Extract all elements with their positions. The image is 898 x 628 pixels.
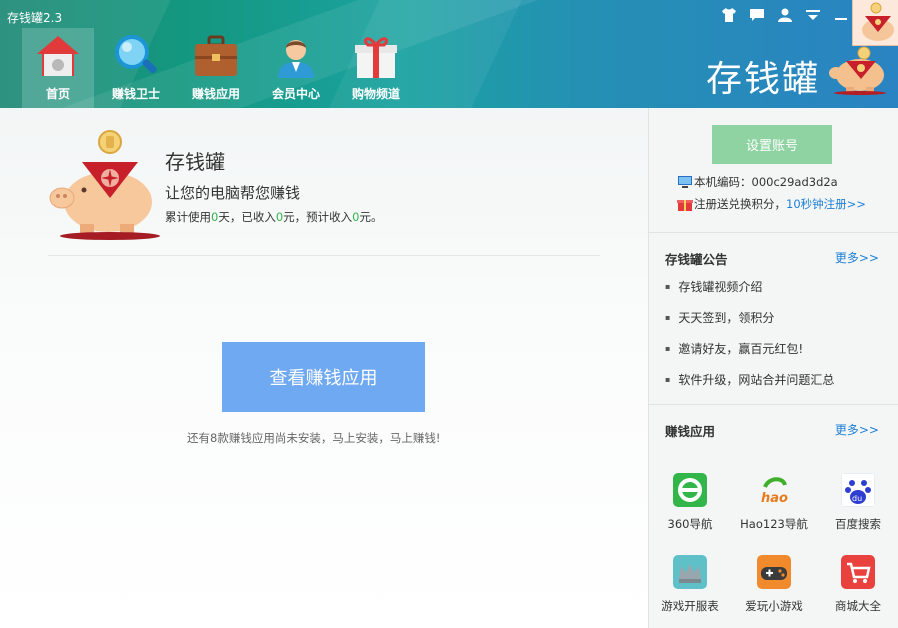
app-tile-hao123[interactable]: hao Hao123导航: [733, 473, 815, 532]
list-item[interactable]: 天天签到，领积分: [665, 309, 834, 340]
app-label: 爱玩小游戏: [745, 599, 803, 613]
app-label: 百度搜索: [835, 517, 881, 531]
app-label: 360导航: [667, 517, 713, 531]
window-tools: [720, 6, 850, 24]
app-label: 商城大全: [835, 599, 881, 613]
hao123-icon: hao: [757, 473, 791, 507]
uninstalled-apps-note: 还有8款赚钱应用尚未安装，马上安装，马上赚钱!: [187, 431, 441, 445]
brand-pig-icon: [829, 46, 886, 95]
user-icon[interactable]: [776, 6, 794, 24]
nav-item-money-apps[interactable]: 赚钱应用: [178, 28, 254, 108]
minimize-icon[interactable]: [832, 6, 850, 24]
stats-text: 元。: [359, 210, 383, 224]
main-content: 存钱罐 让您的电脑帮您赚钱 累计使用0天，已收入0元，预计收入0元。 查看赚钱应…: [0, 108, 648, 628]
title-bar-header: 存钱罐2.3 首页 赚钱卫士 赚钱应用 会员中心 购物频道 存钱罐: [0, 0, 898, 108]
apps-more-link[interactable]: 更多>>: [835, 421, 879, 438]
sidebar: 设置账号 本机编码： 000c29ad3d2a 注册送兑换积分， 10秒钟注册>…: [648, 108, 898, 628]
app-title: 存钱罐2.3: [7, 11, 63, 25]
gamepad-icon: [757, 555, 791, 589]
money-apps-section: 赚钱应用 更多>> 360导航 hao Hao123导航 du 百度搜索 游戏开…: [649, 405, 898, 628]
nav-label: 会员中心: [271, 87, 320, 101]
register-promo-text: 注册送兑换积分，: [694, 197, 786, 211]
nav-item-home[interactable]: 首页: [22, 28, 94, 108]
app-tile-mini-games[interactable]: 爱玩小游戏: [733, 555, 815, 614]
menu-dropdown-icon[interactable]: [804, 6, 822, 24]
machine-code-value: 000c29ad3d2a: [751, 175, 838, 189]
apps-title: 赚钱应用: [665, 424, 716, 439]
corner-pig-mascot-icon: [852, 0, 898, 46]
gift-icon: [355, 37, 397, 78]
home-icon: [37, 36, 79, 76]
nav-label: 购物频道: [351, 87, 400, 101]
nav-label: 赚钱应用: [191, 87, 240, 101]
list-item[interactable]: 存钱罐视频介绍: [665, 278, 834, 309]
app-label: Hao123导航: [740, 517, 808, 531]
app-tile-mall-directory[interactable]: 商城大全: [817, 555, 898, 614]
piggy-bank-icon: [49, 130, 160, 240]
skin-tshirt-icon[interactable]: [720, 6, 738, 24]
usage-stats: 累计使用0天，已收入0元，预计收入0元。: [165, 209, 382, 225]
machine-code-row: 本机编码： 000c29ad3d2a: [677, 174, 838, 190]
register-row: 注册送兑换积分， 10秒钟注册>>: [677, 196, 866, 212]
main-subtitle: 让您的电脑帮您赚钱: [165, 184, 301, 202]
baidu-paw-icon: du: [840, 472, 876, 508]
main-title: 存钱罐: [165, 150, 225, 174]
stats-text: 天，已收入: [218, 210, 276, 224]
account-section: 设置账号 本机编码： 000c29ad3d2a 注册送兑换积分， 10秒钟注册>…: [649, 108, 898, 233]
set-account-button[interactable]: 设置账号: [712, 125, 832, 164]
stats-text: 累计使用: [165, 210, 211, 224]
notice-more-link[interactable]: 更多>>: [835, 249, 879, 266]
divider: [48, 255, 600, 256]
svg-text:hao: hao: [761, 491, 788, 506]
member-avatar-icon: [278, 40, 314, 78]
app-label: 游戏开服表: [661, 599, 719, 613]
brand-wordmark: 存钱罐: [705, 59, 820, 100]
view-money-apps-button[interactable]: 查看赚钱应用: [222, 342, 425, 412]
magnifier-icon: [115, 35, 157, 74]
message-icon[interactable]: [748, 6, 766, 24]
app-tile-baidu[interactable]: du 百度搜索: [817, 472, 898, 532]
main-nav: 首页 赚钱卫士 赚钱应用 会员中心 购物频道: [22, 28, 418, 108]
notice-title: 存钱罐公告: [665, 252, 728, 267]
list-item[interactable]: 邀请好友，赢百元红包!: [665, 340, 834, 371]
nav-item-money-guard[interactable]: 赚钱卫士: [98, 28, 174, 108]
nav-item-member-center[interactable]: 会员中心: [258, 28, 334, 108]
app-tile-game-servers[interactable]: 游戏开服表: [649, 555, 731, 614]
machine-code-label: 本机编码：: [694, 175, 752, 189]
briefcase-icon: [195, 35, 237, 76]
nav-label: 赚钱卫士: [111, 87, 160, 101]
ie-360-icon: [673, 473, 707, 507]
nav-label: 首页: [45, 87, 70, 101]
svg-text:du: du: [852, 494, 862, 503]
app-tile-360-nav[interactable]: 360导航: [649, 473, 731, 532]
register-link[interactable]: 10秒钟注册>>: [786, 196, 866, 212]
notice-list: 存钱罐视频介绍 天天签到，领积分 邀请好友，赢百元红包! 软件升级，网站合并问题…: [665, 278, 834, 402]
crown-icon: [673, 555, 707, 589]
computer-icon: [678, 176, 692, 188]
gift-small-icon: [677, 200, 693, 211]
list-item[interactable]: 软件升级，网站合并问题汇总: [665, 371, 834, 402]
shopping-cart-icon: [841, 555, 875, 589]
notice-section: 存钱罐公告 更多>> 存钱罐视频介绍 天天签到，领积分 邀请好友，赢百元红包! …: [649, 233, 898, 405]
stats-text: 元，预计收入: [283, 210, 353, 224]
nav-item-shopping[interactable]: 购物频道: [338, 28, 414, 108]
